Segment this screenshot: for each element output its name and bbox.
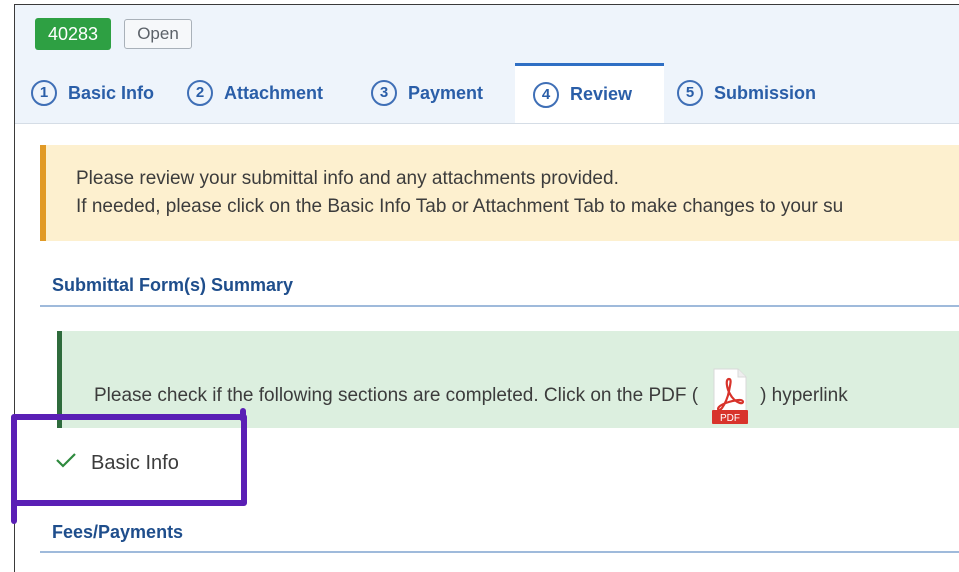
summary-section-divider bbox=[40, 305, 959, 307]
tab-submission[interactable]: 5 Submission bbox=[677, 63, 816, 123]
completion-info-alert: Please check if the following sections a… bbox=[57, 331, 959, 428]
check-icon bbox=[55, 451, 77, 475]
tab-label: Attachment bbox=[224, 82, 324, 103]
tab-label: Basic Info bbox=[68, 82, 155, 103]
record-header: 40283 Open bbox=[15, 5, 959, 61]
wizard-tabs: 1 Basic Info 2 Attachment 3 Payment 4 Re… bbox=[15, 61, 959, 124]
step-number-4: 4 bbox=[533, 81, 559, 108]
app-frame: 40283 Open 1 Basic Info 2 Attachment 3 P… bbox=[14, 4, 959, 572]
info-text-after: ) hyperlink bbox=[760, 385, 848, 406]
summary-section-title: Submittal Form(s) Summary bbox=[52, 275, 294, 295]
highlight-box-stroke bbox=[11, 500, 17, 524]
tab-label: Submission bbox=[714, 82, 817, 103]
pdf-icon[interactable]: PDF bbox=[708, 367, 750, 425]
checklist-item-basic-info: Basic Info bbox=[55, 451, 179, 475]
info-text-before: Please check if the following sections a… bbox=[94, 385, 699, 406]
pdf-icon-label: PDF bbox=[720, 413, 740, 424]
instruction-line-1: Please review your submittal info and an… bbox=[76, 168, 619, 189]
review-instructions-alert: Please review your submittal info and an… bbox=[40, 145, 959, 241]
fees-section-title: Fees/Payments bbox=[52, 522, 184, 542]
step-number-1: 1 bbox=[31, 80, 57, 106]
step-number-3: 3 bbox=[371, 80, 397, 106]
status-badge: Open bbox=[124, 19, 192, 49]
step-number-5: 5 bbox=[677, 80, 703, 106]
tab-label: Payment bbox=[408, 82, 484, 103]
fees-section-divider bbox=[40, 551, 959, 553]
tab-label: Review bbox=[570, 84, 633, 104]
tab-basic-info[interactable]: 1 Basic Info bbox=[31, 63, 154, 123]
tab-attachment[interactable]: 2 Attachment bbox=[187, 63, 323, 123]
step-number-2: 2 bbox=[187, 80, 213, 106]
tab-review[interactable]: 4 Review bbox=[515, 63, 664, 123]
highlight-box-stroke bbox=[240, 408, 246, 422]
checklist-label: Basic Info bbox=[91, 451, 179, 474]
tab-payment[interactable]: 3 Payment bbox=[371, 63, 483, 123]
instruction-line-2: If needed, please click on the Basic Inf… bbox=[76, 196, 844, 217]
record-id-badge: 40283 bbox=[35, 18, 111, 50]
